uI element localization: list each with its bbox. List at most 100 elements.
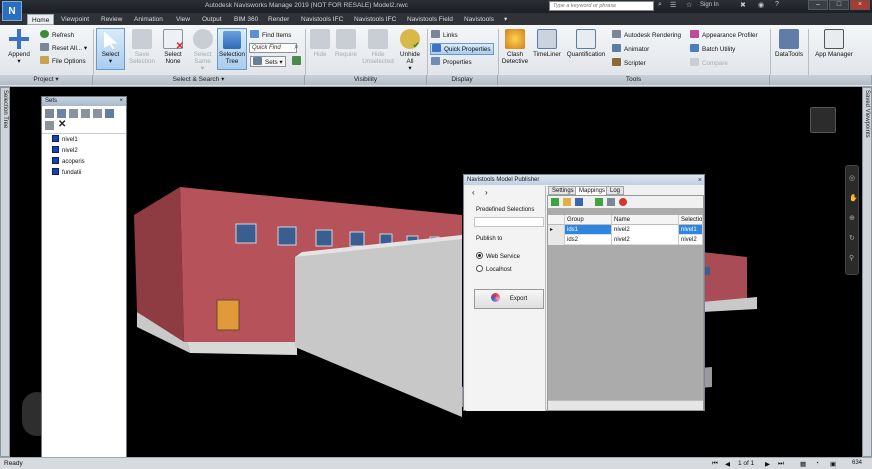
require-button[interactable]: Require <box>333 29 359 58</box>
hide-button[interactable]: Hide <box>309 29 331 58</box>
hide-unselected-button[interactable]: Hide Unselected <box>362 29 394 65</box>
set-item[interactable]: fundatii <box>52 168 85 179</box>
help-icon[interactable]: ? <box>775 1 779 8</box>
maximize-button[interactable]: □ <box>829 0 849 10</box>
next-page-button[interactable]: ▶ <box>765 460 770 468</box>
links-button[interactable]: Links <box>431 30 458 40</box>
sets-dropdown[interactable]: Sets ▾ <box>250 56 286 67</box>
table-row[interactable]: ids2 nivel2 nivel2 <box>548 235 703 245</box>
tab-viewpoint[interactable]: Viewpoint <box>57 14 93 25</box>
animator-button[interactable]: Animator <box>612 44 649 54</box>
sort-icon[interactable] <box>93 109 102 118</box>
find-items-button[interactable]: Find Items <box>250 30 291 40</box>
save-selection-button[interactable]: Save Selection <box>128 29 156 65</box>
timeliner-button[interactable]: TimeLiner <box>532 29 562 58</box>
refresh-button[interactable]: Refresh <box>40 30 74 40</box>
user-icon[interactable]: ◉ <box>758 1 764 9</box>
favorites-icon[interactable]: ☆ <box>686 1 692 9</box>
select-same-button[interactable]: Select Same ▾ <box>189 29 216 72</box>
select-search-panel-label[interactable]: Select & Search ▾ <box>93 75 305 85</box>
web-service-radio[interactable]: Web Service <box>476 252 520 260</box>
open-folder-icon[interactable] <box>563 198 571 206</box>
tab-navistools-ifc-2[interactable]: Navistools IFC <box>350 14 400 25</box>
tab-log[interactable]: Log <box>606 186 625 195</box>
close-window-button[interactable]: × <box>850 0 870 10</box>
prev-page-button[interactable]: ◀ <box>725 460 730 468</box>
nav-back-button[interactable]: ‹ <box>472 188 475 197</box>
add-row-icon[interactable] <box>595 198 603 206</box>
viewcube[interactable] <box>810 107 836 133</box>
3d-viewport[interactable] <box>12 87 860 457</box>
ribbon-options-icon[interactable]: ▾ <box>500 14 511 25</box>
file-options-button[interactable]: File Options <box>40 56 86 66</box>
help-search-input[interactable]: Type a keyword or phrase <box>549 1 654 11</box>
orbit-icon[interactable]: ↻ <box>849 234 855 242</box>
quick-find-icon[interactable]: ⌕ <box>294 42 298 52</box>
saved-viewpoints-dock[interactable]: Saved Viewpoints <box>862 87 872 457</box>
close-icon[interactable]: × <box>698 176 702 186</box>
col-name[interactable]: Name <box>612 215 679 225</box>
horizontal-scrollbar[interactable] <box>548 400 703 410</box>
zoom-icon[interactable]: ⊕ <box>849 214 855 222</box>
tab-navistools-field[interactable]: Navistools Field <box>403 14 457 25</box>
selection-tree-button[interactable]: Selection Tree <box>217 28 247 70</box>
nav-forward-button[interactable]: › <box>485 188 488 197</box>
datatools-button[interactable]: DataTools <box>772 29 806 58</box>
save-icon[interactable] <box>575 198 583 206</box>
tab-navistools[interactable]: Navistools <box>460 14 498 25</box>
minimize-button[interactable]: – <box>808 0 828 10</box>
tab-navistools-ifc-1[interactable]: Navistools IFC <box>297 14 347 25</box>
exchange-icon[interactable]: ✖ <box>740 1 746 9</box>
add-comment-icon[interactable] <box>45 121 54 130</box>
pan-icon[interactable]: ✋ <box>849 194 858 202</box>
project-panel-label[interactable]: Project ▾ <box>0 75 93 85</box>
add-icon[interactable] <box>551 198 559 206</box>
tab-home[interactable]: Home <box>27 14 55 25</box>
app-manager-button[interactable]: App Manager <box>810 29 858 58</box>
set-item[interactable]: nivel2 <box>52 146 85 157</box>
performance-icon[interactable]: ◔ <box>815 460 819 467</box>
select-none-button[interactable]: ✕ Select None <box>160 29 186 65</box>
table-row[interactable]: ▸ ids1 nivel2 nivel1 <box>548 225 703 235</box>
delete-icon[interactable]: ✕ <box>58 119 66 130</box>
sign-in-button[interactable]: Sign In <box>700 2 719 8</box>
properties-button[interactable]: Properties <box>431 57 472 67</box>
col-selection[interactable]: Selectio <box>679 215 703 225</box>
set-item[interactable]: nivel1 <box>52 135 85 146</box>
subscription-icon[interactable]: ☰ <box>670 1 676 9</box>
autodesk-rendering-button[interactable]: Autodesk Rendering <box>612 30 681 40</box>
tab-animation[interactable]: Animation <box>130 14 167 25</box>
tab-render[interactable]: Render <box>264 14 293 25</box>
manage-sets-icon[interactable] <box>292 56 301 65</box>
import-export-icon[interactable] <box>105 109 114 118</box>
quick-properties-button[interactable]: Quick Properties <box>430 43 494 55</box>
set-item[interactable]: acoperis <box>52 157 85 168</box>
close-icon[interactable]: × <box>119 97 123 106</box>
grid-icon[interactable]: ▦ <box>800 460 806 468</box>
predefined-selections-field[interactable] <box>474 217 544 227</box>
last-page-button[interactable]: ⏭ <box>778 460 784 468</box>
append-button[interactable]: Append ▾ <box>4 29 34 65</box>
localhost-radio[interactable]: Localhost <box>476 265 512 273</box>
batch-utility-button[interactable]: Batch Utility <box>690 44 735 54</box>
walk-icon[interactable]: ⚲ <box>849 254 854 262</box>
reset-all-button[interactable]: Reset All... ▾ <box>40 43 87 53</box>
tab-bim360[interactable]: BIM 360 <box>230 14 262 25</box>
tab-view[interactable]: View <box>172 14 194 25</box>
select-button[interactable]: Select ▾ <box>96 28 125 70</box>
save-search-icon[interactable] <box>57 109 66 118</box>
nav-wheel-icon[interactable]: ◎ <box>849 174 855 182</box>
app-logo[interactable]: N <box>2 1 22 21</box>
memory-icon[interactable]: ▣ <box>830 460 836 468</box>
delete-icon[interactable] <box>619 198 627 206</box>
tab-output[interactable]: Output <box>198 14 226 25</box>
appearance-profiler-button[interactable]: Appearance Profiler <box>690 30 758 40</box>
save-selection-icon[interactable] <box>45 109 54 118</box>
col-group[interactable]: Group <box>565 215 612 225</box>
unhide-all-button[interactable]: ✔ Unhide All ▾ <box>397 29 423 72</box>
compare-button[interactable]: Compare <box>690 58 728 68</box>
new-folder-icon[interactable] <box>69 109 78 118</box>
tab-settings[interactable]: Settings <box>548 186 578 195</box>
scripter-button[interactable]: Scripter <box>612 58 646 68</box>
edit-icon[interactable] <box>607 198 615 206</box>
